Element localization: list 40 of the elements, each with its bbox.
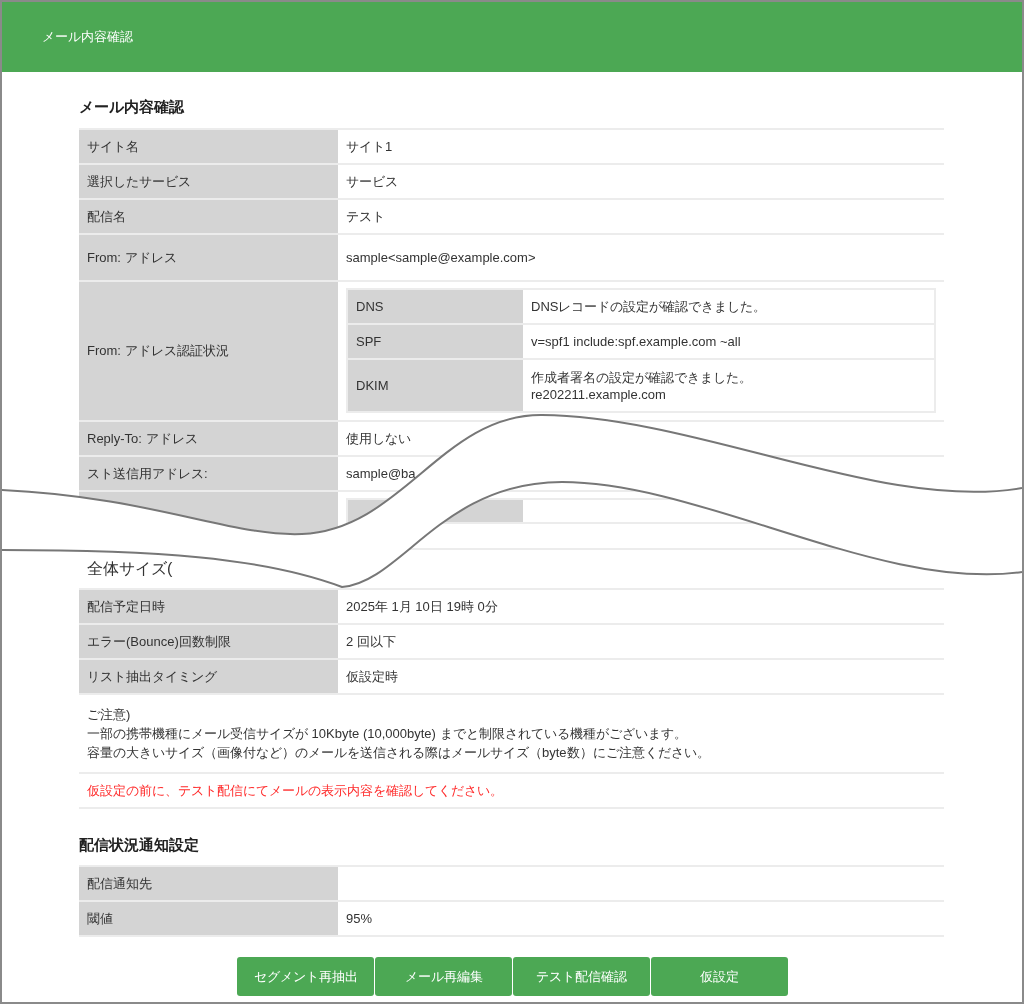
field-value: サイト1 bbox=[346, 137, 393, 156]
field-value: 仮設定時 bbox=[346, 667, 398, 686]
section-heading: メール内容確認 bbox=[79, 97, 184, 117]
action-button[interactable]: 仮設定 bbox=[651, 957, 788, 996]
field-label: 配信名 bbox=[87, 207, 126, 226]
field-label: リスト抽出タイミング bbox=[87, 667, 217, 686]
field-label: 配信予定日時 bbox=[87, 597, 165, 616]
field-value: 作成者署名の設定が確認できました。 re202211.example.com bbox=[531, 368, 752, 403]
action-button[interactable]: セグメント再抽出 bbox=[237, 957, 374, 996]
field-label: DKIM bbox=[356, 376, 389, 395]
field-value: 2 回以下 bbox=[346, 632, 396, 651]
field-value: sample@ba bbox=[346, 464, 416, 483]
field-value: 95% bbox=[346, 909, 373, 928]
field-label: 選択したサービス bbox=[87, 172, 191, 191]
section-heading: 配信状況通知設定 bbox=[79, 835, 199, 855]
notice-text: 一部の携帯機種にメール受信サイズが 10Kbyte (10,000byte) までと制限されている機種がございます。 bbox=[87, 725, 687, 743]
field-label: スト送信用アドレス: bbox=[87, 464, 208, 483]
field-label: 配信通知先 bbox=[87, 874, 152, 893]
field-label: 閾値 bbox=[87, 909, 113, 928]
field-value: v=spf1 include:spf.example.com ~all bbox=[531, 333, 741, 350]
field-value: テスト bbox=[346, 207, 385, 226]
section-subheading: 全体サイズ( bbox=[87, 559, 173, 579]
page-title: メール内容確認 bbox=[42, 28, 133, 47]
field-label: SPF bbox=[356, 332, 382, 351]
action-button[interactable]: テスト配信確認 bbox=[513, 957, 650, 996]
field-value: DNSレコードの設定が確認できました。 bbox=[531, 298, 767, 315]
notice-text: 容量の大きいサイズ（画像付など）のメールを送信される際はメールサイズ（byte数）にご注意ください。 bbox=[87, 744, 710, 762]
field-label: エラー(Bounce)回数制限 bbox=[87, 632, 231, 651]
field-label: From: アドレス認証状況 bbox=[87, 342, 229, 361]
warning-text: 仮設定の前に、テスト配信にてメールの表示内容を確認してください。 bbox=[87, 781, 503, 800]
field-value: 2025年 1月 10日 19時 0分 bbox=[346, 597, 498, 616]
action-button[interactable]: メール再編集 bbox=[375, 957, 512, 996]
field-value: 使用しない bbox=[346, 429, 411, 448]
field-label: From: アドレス bbox=[87, 248, 177, 267]
field-label: Reply-To: アドレス bbox=[87, 429, 198, 448]
field-label: サイト名 bbox=[87, 137, 139, 156]
field-label: DNS bbox=[356, 297, 384, 316]
field-value: サービス bbox=[346, 172, 398, 191]
notice-text: ご注意) bbox=[87, 706, 131, 724]
field-value: sample<sample@example.com> bbox=[346, 248, 536, 267]
